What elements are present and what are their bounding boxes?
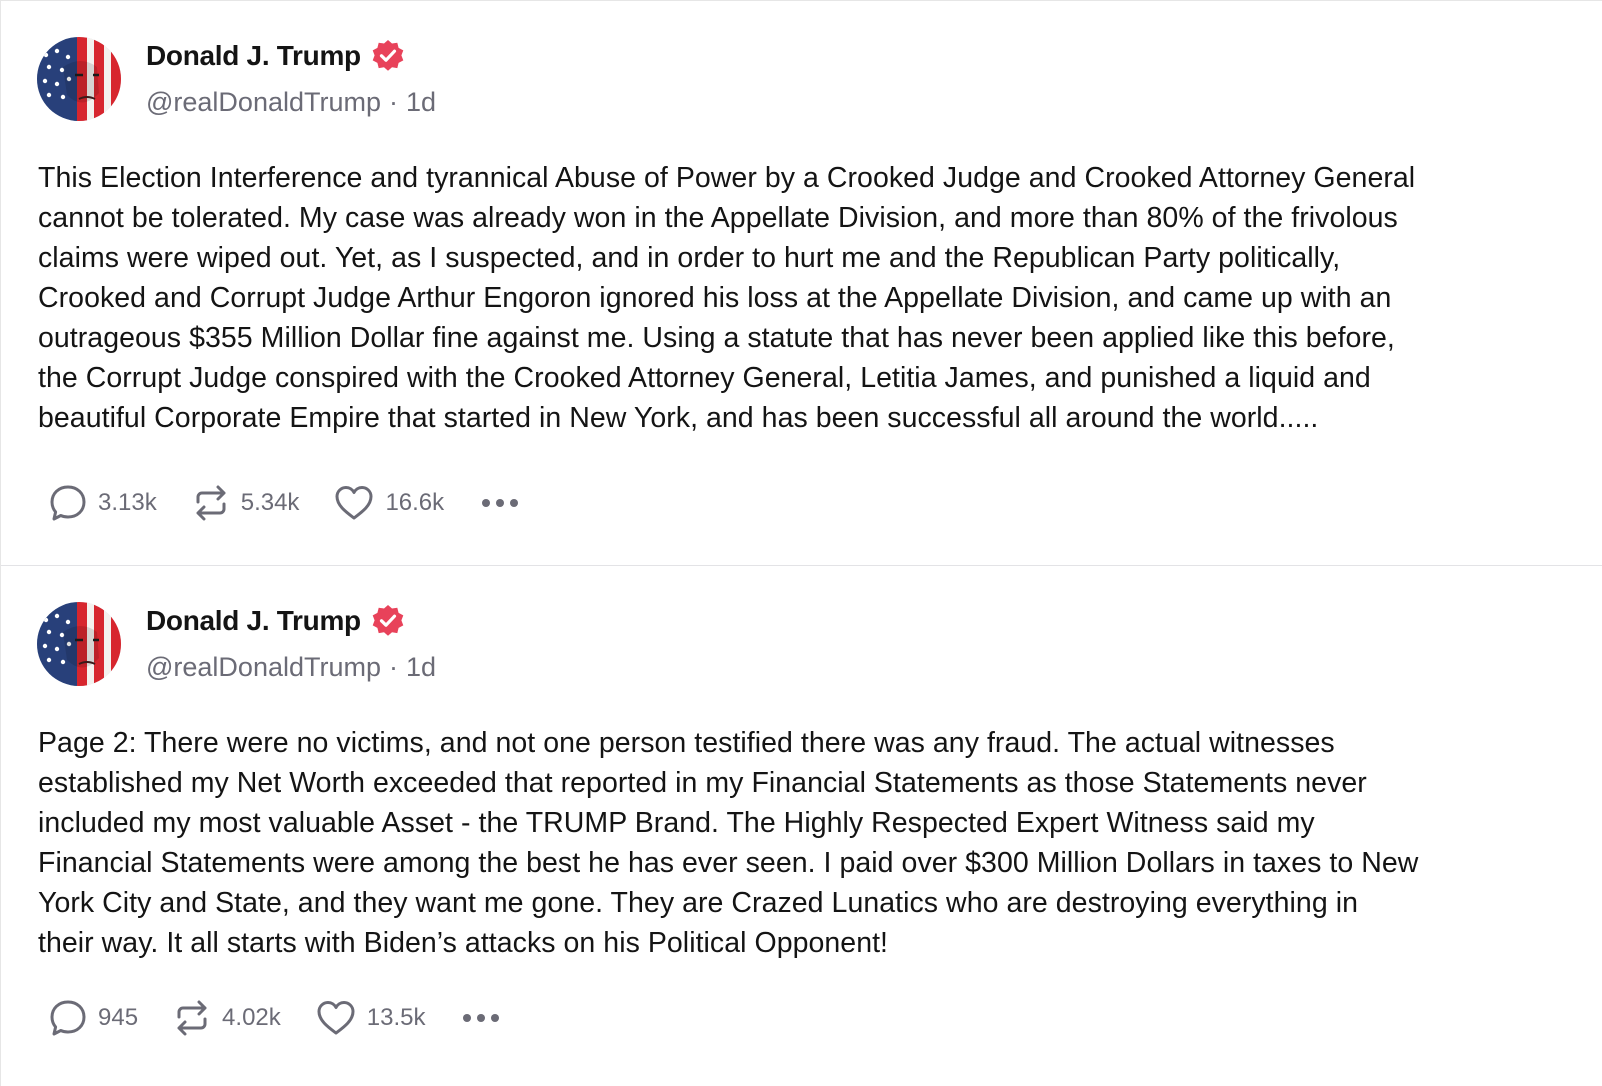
post-actions: 945 4.02k 13.5k [48, 993, 501, 1043]
post-text-line: Financial Statements were among the best… [38, 847, 1419, 879]
post-text-line: the Corrupt Judge conspired with the Cro… [38, 362, 1371, 394]
author-handle[interactable]: @realDonaldTrump [146, 652, 381, 683]
reply-button[interactable]: 945 [48, 998, 138, 1038]
repost-count: 4.02k [222, 1004, 281, 1031]
more-icon [482, 499, 519, 507]
author-meta: @realDonaldTrump · 1d [146, 652, 436, 683]
feed: Donald J. Trump @realDonaldTrump · 1d Th… [0, 0, 1602, 1086]
post-body: This Election Interference and tyrannica… [38, 158, 1573, 438]
like-count: 13.5k [366, 1004, 426, 1031]
post-text-line: established my Net Worth exceeded that r… [38, 767, 1367, 799]
heart-icon [335, 486, 373, 520]
meta-separator: · [389, 87, 398, 117]
post-text-line: This Election Interference and tyrannica… [38, 162, 1416, 194]
reply-count: 945 [98, 1004, 139, 1031]
repost-icon [196, 485, 226, 521]
post-timestamp[interactable]: 1d [406, 87, 436, 118]
more-options-button[interactable] [480, 496, 520, 510]
more-options-button[interactable] [461, 1011, 501, 1025]
meta-separator: · [389, 652, 398, 682]
like-button[interactable]: 16.6k [333, 483, 444, 523]
post-actions: 3.13k 5.34k 16.6k [48, 478, 520, 528]
verified-badge-icon [372, 605, 404, 636]
post: Donald J. Trump @realDonaldTrump · 1d Th… [1, 1, 1602, 566]
reply-count: 3.13k [98, 489, 157, 516]
reply-icon [50, 485, 86, 521]
author-name[interactable]: Donald J. Trump [146, 605, 361, 637]
more-icon [463, 1014, 500, 1022]
like-button[interactable]: 13.5k [315, 998, 426, 1038]
post-text-line: outrageous $355 Million Dollar fine agai… [38, 322, 1395, 354]
author-name[interactable]: Donald J. Trump [146, 40, 361, 72]
flag-face-avatar-icon [37, 37, 121, 121]
author-handle[interactable]: @realDonaldTrump [146, 87, 381, 118]
like-count: 16.6k [385, 489, 445, 516]
post-text-line: York City and State, and they want me go… [38, 887, 1358, 919]
repost-count: 5.34k [240, 489, 300, 516]
author-row: Donald J. Trump [146, 39, 405, 73]
post-text-line: their way. It all starts with Biden’s at… [38, 927, 889, 959]
post-text-line: beautiful Corporate Empire that started … [38, 402, 1319, 434]
post-text-line: claims were wiped out. Yet, as I suspect… [38, 242, 1341, 274]
verified-badge-icon [372, 40, 404, 71]
heart-icon [317, 1001, 355, 1035]
repost-button[interactable]: 4.02k [172, 998, 281, 1038]
avatar[interactable] [37, 602, 121, 686]
reply-button[interactable]: 3.13k [48, 483, 157, 523]
author-row: Donald J. Trump [146, 604, 405, 638]
reply-icon [50, 1000, 86, 1036]
author-meta: @realDonaldTrump · 1d [146, 87, 436, 118]
post: Donald J. Trump @realDonaldTrump · 1d Pa… [1, 566, 1602, 1086]
post-text-line: Page 2: There were no victims, and not o… [38, 727, 1335, 759]
post-text-line: cannot be tolerated. My case was already… [38, 202, 1398, 234]
avatar[interactable] [37, 37, 121, 121]
post-text-line: Crooked and Corrupt Judge Arthur Engoron… [38, 282, 1392, 314]
repost-button[interactable]: 5.34k [191, 483, 300, 523]
repost-icon [177, 1000, 207, 1036]
post-body: Page 2: There were no victims, and not o… [38, 723, 1573, 963]
flag-face-avatar-icon [37, 602, 121, 686]
post-text-line: included my most valuable Asset - the TR… [38, 807, 1315, 839]
post-timestamp[interactable]: 1d [406, 652, 436, 683]
